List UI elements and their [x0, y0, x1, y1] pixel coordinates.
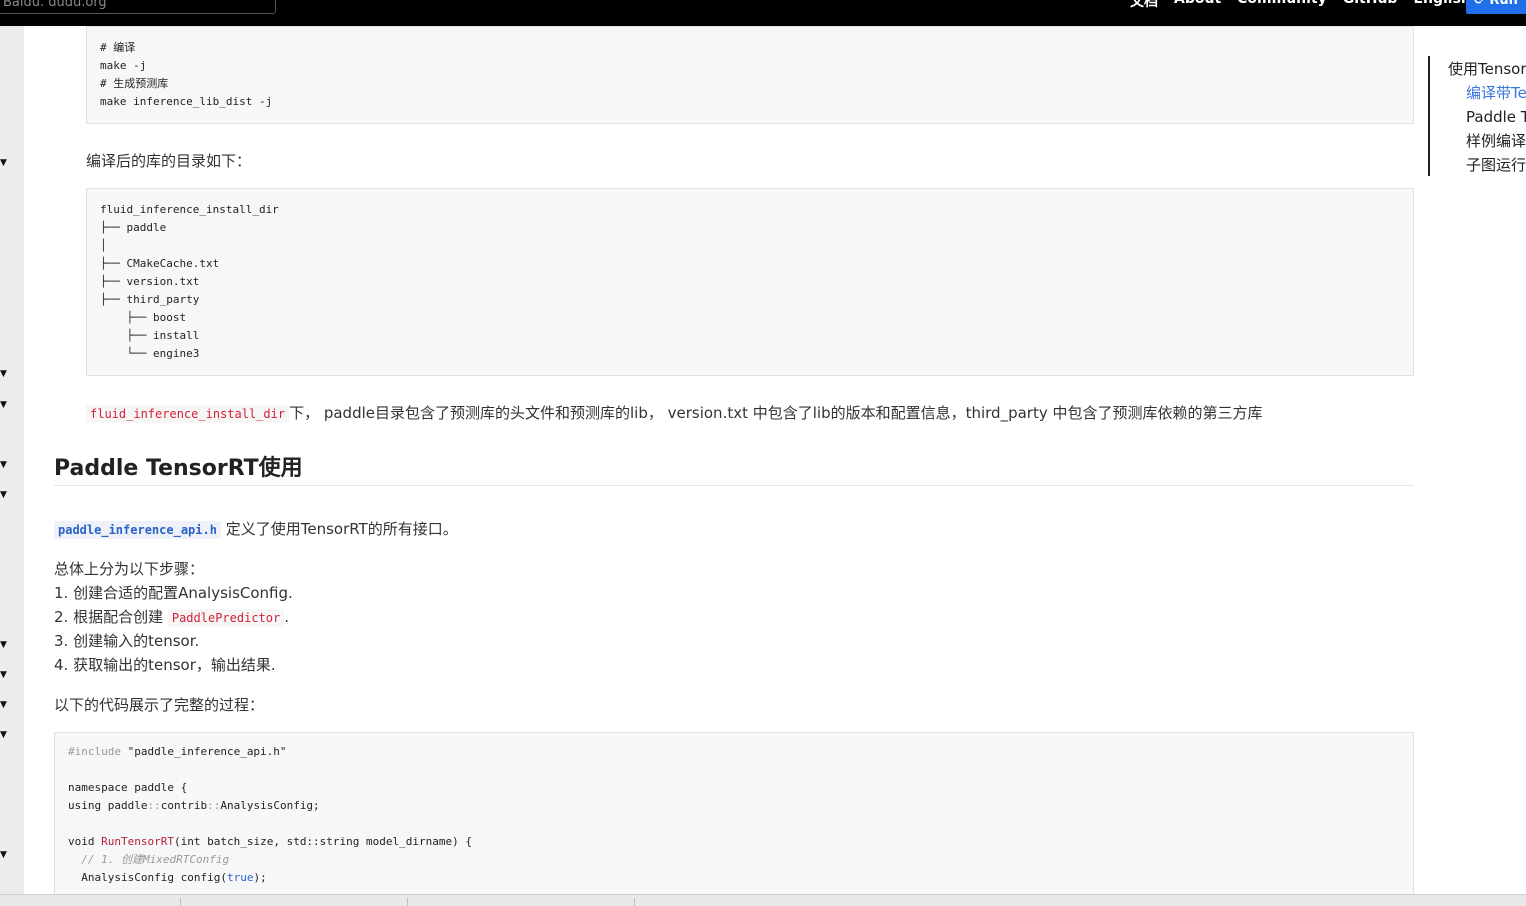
- inline-code: PaddlePredictor: [167, 609, 285, 627]
- top-navbar: 文档 About Community GitHub English ⟳ Run: [0, 0, 1526, 26]
- left-sidebar-gutter: ▼ ▼ ▼ ▼ ▼ ▼ ▼ ▼ ▼ ▼: [0, 26, 24, 894]
- status-divider: [180, 898, 181, 906]
- doc-content: # 编译 make -j # 生成预测库 make inference_lib_…: [24, 26, 1424, 894]
- run-icon: ⟳: [1474, 0, 1490, 8]
- expand-arrow-icon[interactable]: ▼: [0, 641, 7, 650]
- expand-arrow-icon[interactable]: ▼: [0, 731, 7, 740]
- toc-item-active[interactable]: 编译带TensorRT的预测库: [1466, 82, 1526, 103]
- table-of-contents: 使用TensorRT库预测 编译带TensorRT的预测库 Paddle Ten…: [1428, 56, 1526, 176]
- paragraph-code-intro: 以下的代码展示了完整的过程：: [54, 696, 265, 714]
- step-item: 4. 获取输出的tensor，输出结果.: [54, 656, 276, 674]
- expand-arrow-icon[interactable]: ▼: [0, 159, 7, 168]
- steps-intro: 总体上分为以下步骤：: [54, 560, 205, 578]
- step-item: 1. 创建合适的配置AnalysisConfig.: [54, 584, 293, 602]
- expand-arrow-icon[interactable]: ▼: [0, 671, 7, 680]
- paragraph-lib-dir-desc: fluid_inference_install_dir 下， paddle目录包含…: [86, 402, 1263, 423]
- inline-code-link[interactable]: paddle_inference_api.h: [54, 521, 221, 539]
- expand-arrow-icon[interactable]: ▼: [0, 401, 7, 410]
- status-divider: [634, 898, 635, 906]
- nav-link-about[interactable]: About: [1174, 0, 1221, 11]
- heading-divider: [54, 485, 1414, 486]
- expand-arrow-icon[interactable]: ▼: [0, 851, 7, 860]
- nav-link-docs[interactable]: 文档: [1130, 0, 1158, 11]
- expand-arrow-icon[interactable]: ▼: [0, 701, 7, 710]
- status-bar: [0, 894, 1526, 906]
- nav-link-github[interactable]: GitHub: [1343, 0, 1398, 11]
- code-block-cpp-example: #include "paddle_inference_api.h" namesp…: [54, 732, 1414, 894]
- paragraph-api-header: paddle_inference_api.h 定义了使用TensorRT的所有接…: [54, 518, 458, 539]
- nav-link-community[interactable]: Community: [1237, 0, 1327, 11]
- code-block-dir-tree: fluid_inference_install_dir ├── paddle │…: [86, 188, 1414, 376]
- search-input[interactable]: [0, 0, 276, 14]
- inline-code: fluid_inference_install_dir: [86, 405, 290, 423]
- top-nav-links: 文档 About Community GitHub English: [1130, 0, 1471, 11]
- toc-item[interactable]: 样例编译测试: [1466, 130, 1526, 151]
- toc-item[interactable]: 使用TensorRT库预测: [1448, 58, 1526, 79]
- status-divider: [407, 898, 408, 906]
- step-item: 3. 创建输入的tensor.: [54, 632, 200, 650]
- expand-arrow-icon[interactable]: ▼: [0, 491, 7, 500]
- run-button[interactable]: ⟳ Run: [1466, 0, 1526, 14]
- toc-item[interactable]: Paddle TensorRT使用: [1466, 106, 1526, 127]
- toc-item[interactable]: 子图运行原理: [1466, 154, 1526, 175]
- section-heading: Paddle TensorRT使用: [54, 456, 303, 481]
- expand-arrow-icon[interactable]: ▼: [0, 370, 7, 379]
- step-item: 2. 根据配合创建 PaddlePredictor.: [54, 608, 290, 627]
- nav-link-language[interactable]: English: [1413, 0, 1470, 11]
- paragraph-lib-dir-intro: 编译后的库的目录如下：: [86, 152, 252, 170]
- expand-arrow-icon[interactable]: ▼: [0, 461, 7, 470]
- code-block-build: # 编译 make -j # 生成预测库 make inference_lib_…: [86, 26, 1414, 124]
